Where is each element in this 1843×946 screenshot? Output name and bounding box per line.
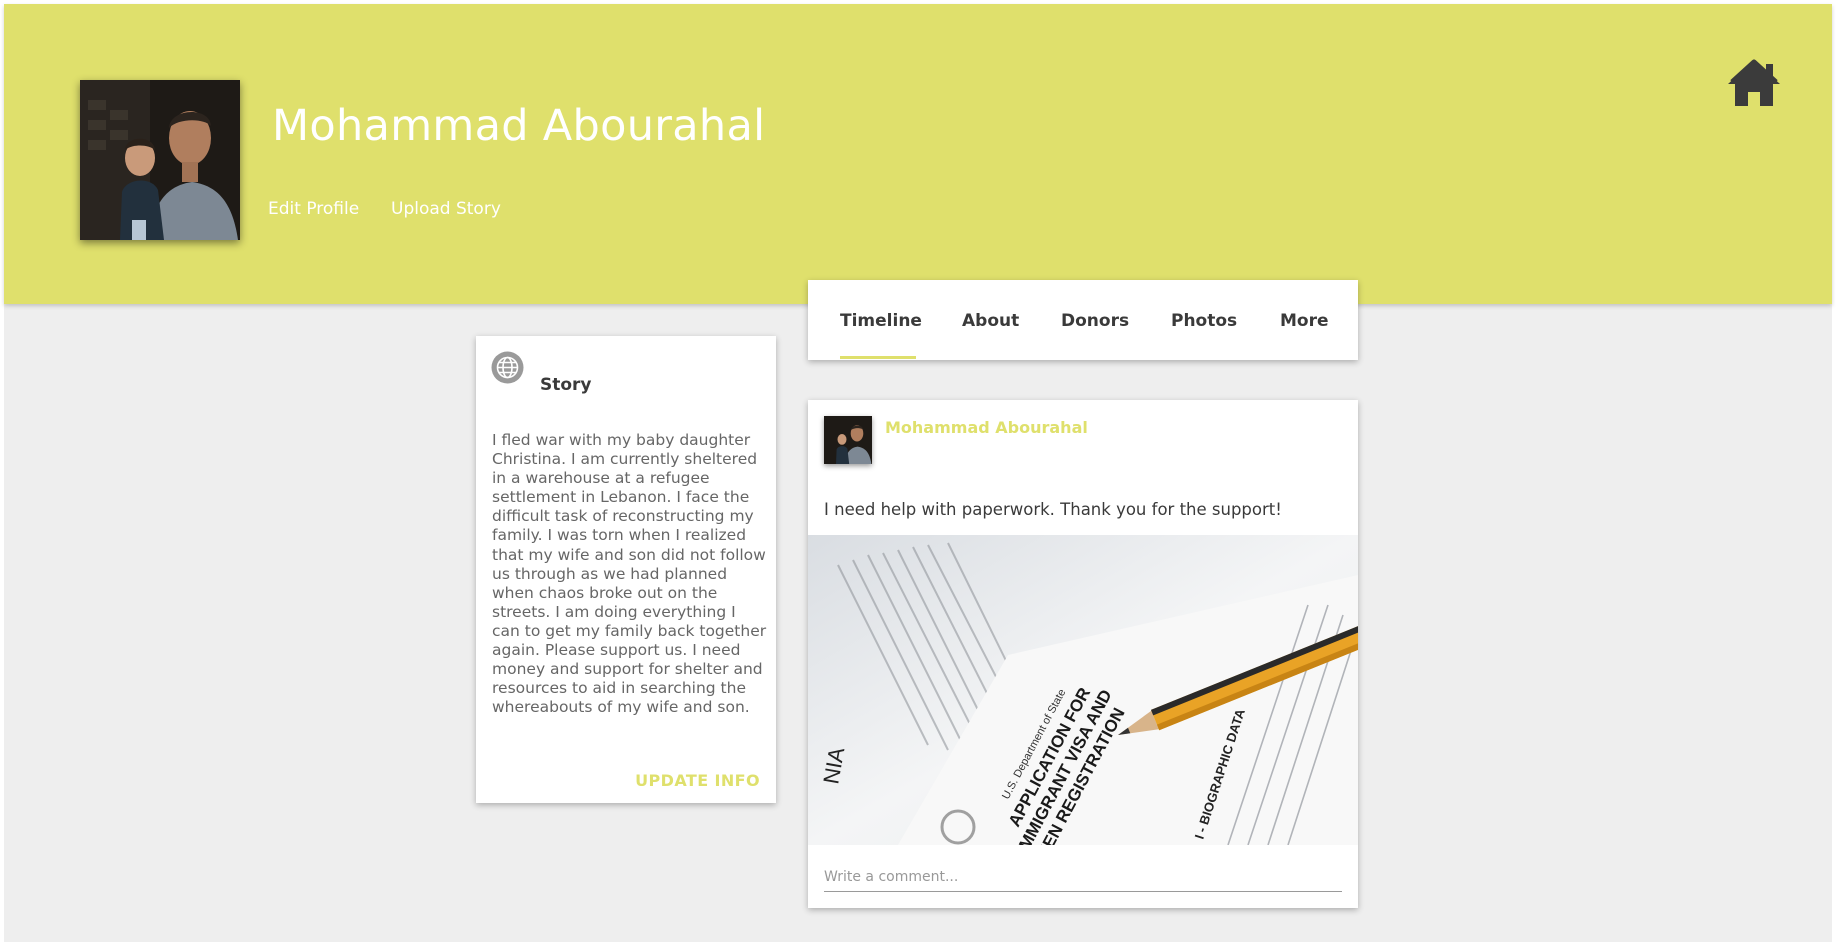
comment-input[interactable]	[824, 862, 1342, 892]
post-author-avatar[interactable]	[824, 416, 872, 464]
profile-avatar[interactable]	[80, 80, 240, 240]
tab-timeline[interactable]: Timeline	[840, 311, 922, 331]
upload-story-link[interactable]: Upload Story	[391, 199, 501, 219]
tab-about[interactable]: About	[962, 311, 1019, 331]
story-text: I fled war with my baby daughter Christi…	[492, 431, 767, 717]
story-title: Story	[540, 375, 592, 395]
timeline-post: Mohammad Abourahal I need help with pape…	[808, 400, 1358, 908]
post-text: I need help with paperwork. Thank you fo…	[824, 500, 1282, 519]
update-info-button[interactable]: UPDATE INFO	[635, 771, 760, 790]
story-card: Story I fled war with my baby daughter C…	[476, 336, 776, 803]
visa-form-image: U.S. Department of State APPLICATION FOR…	[808, 535, 1358, 845]
home-icon	[1728, 59, 1780, 106]
home-button[interactable]	[1726, 58, 1782, 108]
tab-donors[interactable]: Donors	[1061, 311, 1129, 331]
globe-icon	[491, 351, 524, 384]
edit-profile-link[interactable]: Edit Profile	[268, 199, 359, 219]
profile-name: Mohammad Abourahal	[272, 101, 766, 151]
profile-header: Mohammad Abourahal Edit Profile Upload S…	[4, 4, 1832, 304]
active-tab-indicator	[840, 356, 916, 359]
post-author-name[interactable]: Mohammad Abourahal	[885, 418, 1088, 437]
author-photo	[824, 416, 872, 464]
tab-photos[interactable]: Photos	[1171, 311, 1237, 331]
tab-more[interactable]: More	[1280, 311, 1329, 331]
profile-photo	[80, 80, 240, 240]
post-image[interactable]: U.S. Department of State APPLICATION FOR…	[808, 535, 1358, 845]
profile-tabs: Timeline About Donors Photos More	[808, 280, 1358, 360]
